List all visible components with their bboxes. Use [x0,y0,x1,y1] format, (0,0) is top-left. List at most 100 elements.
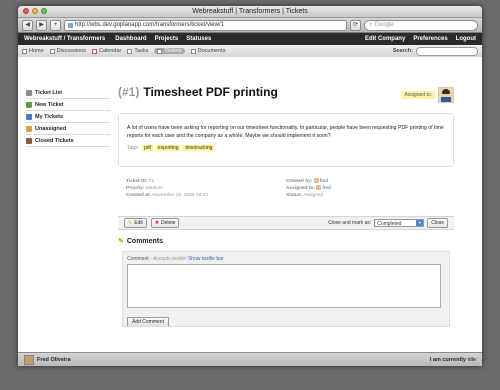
preferences-link[interactable]: Preferences [413,36,447,42]
status-value: Assigned [303,193,324,198]
page-icon [68,22,73,28]
project-search: Search: [393,46,478,56]
close-status-value: Completed [377,221,402,227]
sidebar-item-unassigned[interactable]: Unassigned [26,123,110,135]
status-label: Status: [286,193,303,198]
ticket-number: (#1) [118,85,140,99]
documents-icon [190,48,196,54]
account-nav: Edit Company Preferences Logout [365,36,476,42]
back-button[interactable]: ◀ [22,19,33,31]
avatar[interactable] [438,87,454,103]
created-by-value[interactable]: fred [320,179,328,184]
sidebar-item-closed-tickets[interactable]: Closed Tickets [26,135,110,147]
sidebar-item-my-tickets[interactable]: My Tickets [26,111,110,123]
new-ticket-icon [26,101,32,108]
tab-tasks[interactable]: Tasks [127,48,148,54]
assigned-to-meta-label: Assigned to: [286,186,316,191]
ticket-tags: Tags: pdf exporting timetracking [127,145,447,151]
browser-window: Webreakstuff | Transformers | Tickets ◀ … [18,6,482,366]
nav-dashboard[interactable]: Dashboard [115,36,146,42]
nav-projects[interactable]: Projects [155,36,179,42]
ticket-description: A lot of users have been asking for repo… [127,125,444,139]
tab-home-label: Home [29,48,44,54]
add-bookmark-button[interactable]: + [50,19,61,31]
ticket-main: (#1) Timesheet PDF printing Assigned to:… [118,85,454,327]
priority-value: Medium [145,186,163,191]
show-textile-bar-link[interactable]: Show textile bar [188,256,224,262]
logout-link[interactable]: Logout [456,36,476,42]
sidebar-item-label: Closed Tickets [35,137,74,144]
comments-title: Comments [126,237,164,245]
search-icon: ⌕ [369,21,373,28]
tab-calendar[interactable]: Calendar [92,48,121,54]
comment-textarea[interactable] [127,264,441,308]
tag-pdf[interactable]: pdf [141,145,153,151]
minimize-window-button[interactable] [32,8,38,14]
sidebar-item-label: New Ticket [35,101,64,108]
assigned-to-value[interactable]: fred [322,186,330,191]
sidebar-item-label: My Tickets [35,113,64,120]
window-titlebar: Webreakstuff | Transformers | Tickets [18,6,482,18]
tab-home[interactable]: Home [22,48,44,54]
tag-exporting[interactable]: exporting [155,145,181,151]
presence-status[interactable]: I am currently idle [430,357,476,363]
ticket-description-card: A lot of users have been asking for repo… [118,113,454,167]
close-status-select[interactable]: Completed ▾ [374,219,425,227]
status-value: idle [467,356,476,363]
sidebar-item-ticket-list[interactable]: Ticket List [26,87,110,99]
nav-statuses[interactable]: Statuses [186,36,211,42]
user-avatar [24,354,34,365]
comment-label: Comment [127,256,149,262]
edit-icon: ✎ [128,220,133,226]
close-button[interactable]: Close [427,218,448,228]
delete-button[interactable]: ✖ Delete [150,218,180,228]
tab-tasks-label: Tasks [134,48,149,54]
current-user-name[interactable]: Fred Oliveira [37,357,71,363]
comment-hint: - Accepts textile! [150,256,187,262]
address-bar[interactable]: http://wbs.dev.goplanapp.com/transformer… [64,19,347,31]
delete-label: Delete [161,220,176,226]
tickets-icon [157,48,163,54]
my-tickets-icon [26,113,32,120]
tasks-icon [127,48,133,54]
priority-label: Priority: [126,186,145,191]
tab-calendar-label: Calendar [99,48,122,54]
sidebar-item-new-ticket[interactable]: New Ticket [26,99,110,111]
app-header: Webreakstuff / Transformers Dashboard Pr… [18,33,482,45]
forward-button[interactable]: ▶ [36,19,47,31]
add-comment-button[interactable]: Add Comment [127,317,169,326]
browser-search-input[interactable]: ⌕ Google [364,19,478,31]
reload-button[interactable]: ⟳ [350,19,361,31]
created-at-label: Created at: [126,193,152,198]
tab-discussions[interactable]: Discussions [49,48,87,54]
edit-button[interactable]: ✎ Edit [124,218,147,228]
edit-company-link[interactable]: Edit Company [365,36,405,42]
chevron-down-icon: ▾ [416,220,424,226]
tab-documents[interactable]: Documents [190,48,225,54]
created-by-label: Created by: [286,179,313,184]
ticket-actions-bar: ✎ Edit ✖ Delete Close and mark as: Complet… [118,216,454,230]
status-prefix: I am currently [429,356,466,363]
window-controls [23,8,47,14]
close-ticket-controls: Close and mark as: Completed ▾ Close [328,218,448,228]
page-content: Ticket List New Ticket My Tickets Unassi… [18,57,482,353]
comment-icon: ✎ [118,238,124,245]
zoom-window-button[interactable] [41,8,47,14]
tab-discussions-label: Discussions [56,48,87,54]
tags-label: Tags: [127,145,139,151]
tab-tickets-label: Tickets [164,48,182,54]
window-title: Webreakstuff | Transformers | Tickets [192,8,308,15]
sidebar-item-label: Unassigned [35,125,67,132]
url-text: http://wbs.dev.goplanapp.com/transformer… [75,21,224,28]
close-window-button[interactable] [23,8,29,14]
project-search-input[interactable] [416,46,478,56]
tag-timetracking[interactable]: timetracking [183,145,215,151]
tickets-sidebar: Ticket List New Ticket My Tickets Unassi… [26,87,110,147]
tab-tickets[interactable]: Tickets [154,48,185,54]
calendar-icon [92,48,98,54]
comment-label-row: Comment - Accepts textile! Show textile … [127,256,445,262]
ticket-id-label: Ticket ID: [126,179,148,184]
presence-bar: Fred Oliveira I am currently idle [18,352,482,366]
app-brand[interactable]: Webreakstuff / Transformers [24,36,105,42]
browser-toolbar: ◀ ▶ + http://wbs.dev.goplanapp.com/trans… [18,18,482,33]
